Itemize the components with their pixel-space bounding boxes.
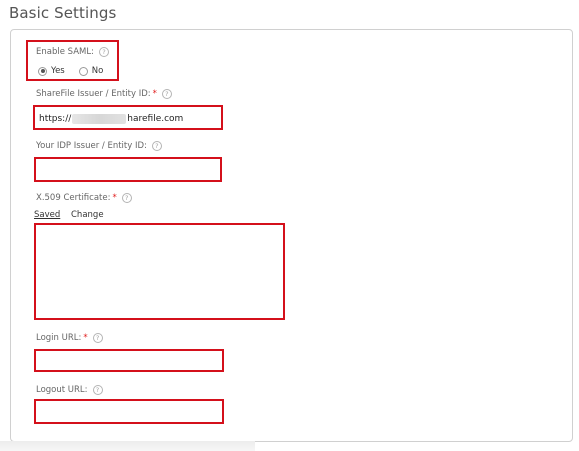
help-icon[interactable]: ? <box>92 385 103 395</box>
required-marker: * <box>152 89 157 99</box>
cert-label: X.509 Certificate: * ? <box>36 193 132 203</box>
tab-saved[interactable]: Saved <box>34 210 60 220</box>
cert-highlight <box>34 223 285 320</box>
logout-url-label: Logout URL: ? <box>36 385 103 395</box>
required-marker: * <box>112 193 117 203</box>
logout-url-label-text: Logout URL: <box>36 385 88 395</box>
login-url-highlight <box>34 349 224 372</box>
idp-label-text: Your IDP Issuer / Entity ID: <box>36 141 147 151</box>
page-title: Basic Settings <box>9 4 117 22</box>
idp-highlight <box>34 157 222 182</box>
idp-label: Your IDP Issuer / Entity ID: ? <box>36 141 162 151</box>
required-marker: * <box>83 333 88 343</box>
help-icon[interactable]: ? <box>92 333 103 343</box>
login-url-label: Login URL: * ? <box>36 333 103 343</box>
bottom-shadow <box>0 441 255 451</box>
help-icon[interactable]: ? <box>121 193 132 203</box>
cert-label-text: X.509 Certificate: <box>36 193 111 203</box>
login-url-label-text: Login URL: <box>36 333 82 343</box>
logout-url-highlight <box>34 399 224 424</box>
help-icon[interactable]: ? <box>161 89 172 99</box>
tab-change[interactable]: Change <box>71 210 104 220</box>
issuer-label-text: ShareFile Issuer / Entity ID: <box>36 89 151 99</box>
enable-saml-highlight <box>26 40 119 81</box>
help-icon[interactable]: ? <box>151 141 162 151</box>
issuer-label: ShareFile Issuer / Entity ID: * ? <box>36 89 172 99</box>
issuer-highlight <box>33 105 223 130</box>
